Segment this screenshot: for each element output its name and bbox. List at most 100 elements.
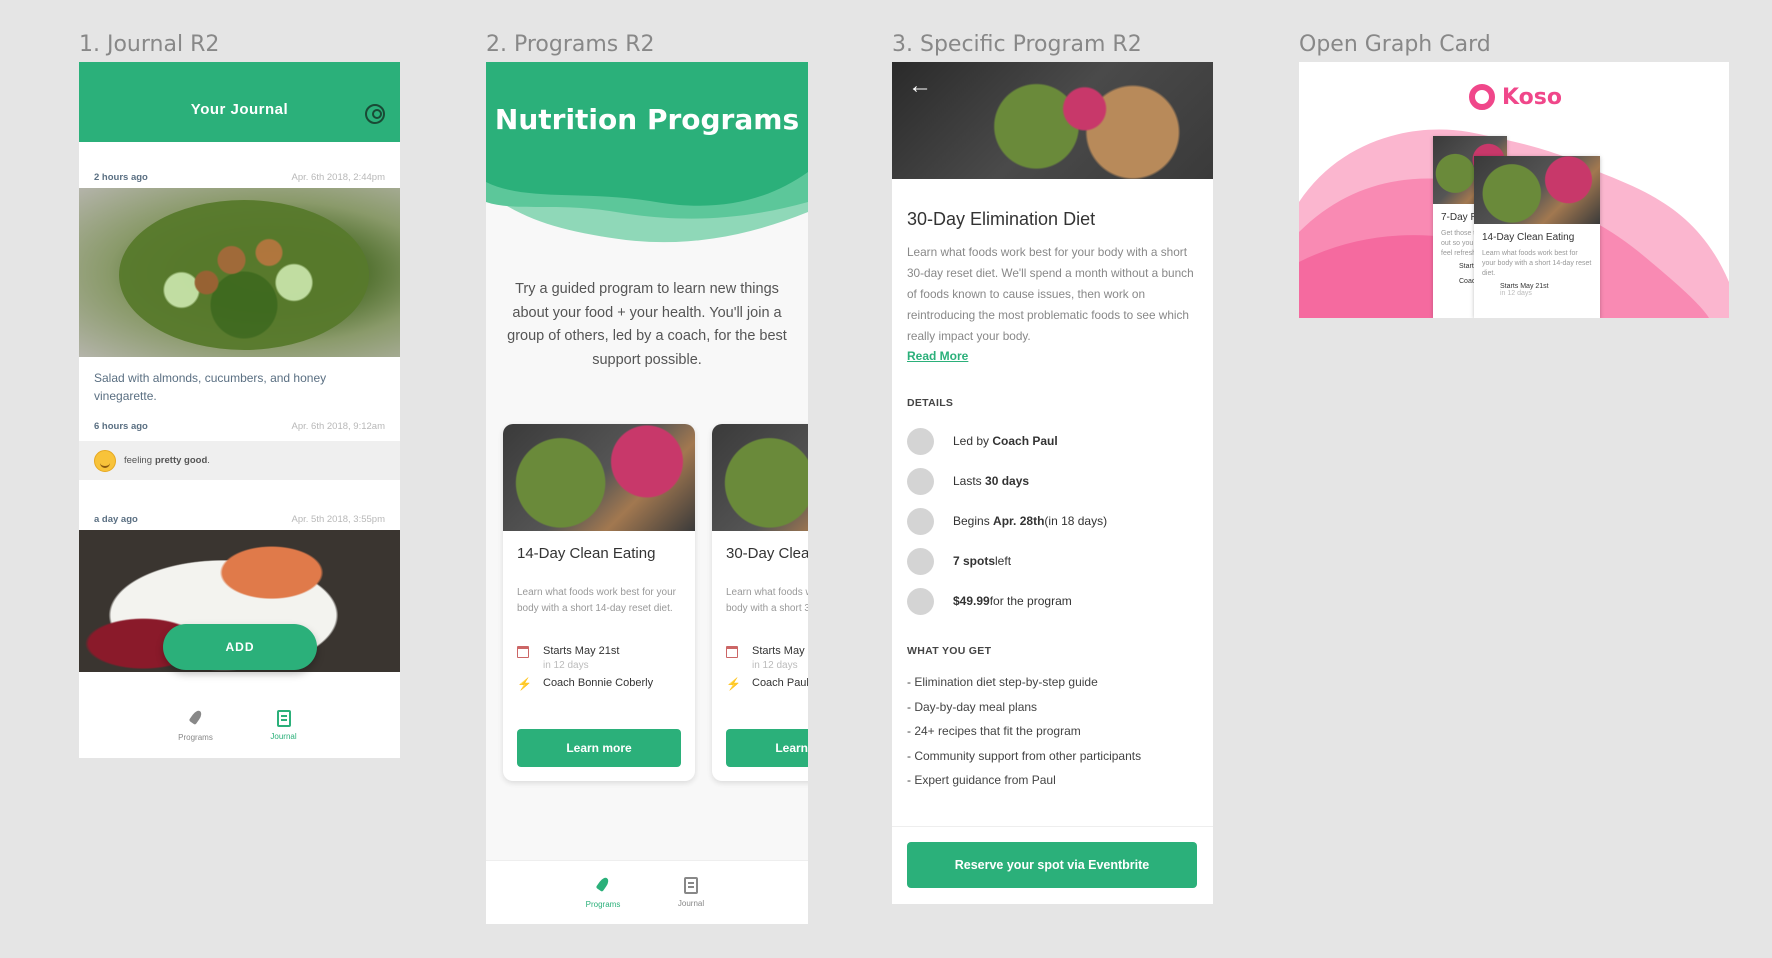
detail-pre: Led by [953, 434, 990, 448]
journal-header: Your Journal [79, 62, 400, 142]
detail-row: 7 spots left [892, 541, 1213, 581]
details-heading: DETAILS [907, 397, 954, 409]
benefit-item: - 24+ recipes that fit the program [907, 724, 1081, 738]
mood-value: pretty good [155, 455, 208, 466]
calendar-icon [517, 646, 529, 658]
entry-time-ago: a day ago [94, 514, 138, 525]
nav-programs[interactable]: Programs [583, 877, 623, 924]
program-title: 14-Day Clean Eating [517, 545, 656, 562]
program-desc: Learn what foods work best for your body… [517, 587, 676, 614]
entry-meta: 6 hours ago Apr. 6th 2018, 9:12am [79, 421, 400, 433]
reserve-button[interactable]: Reserve your spot via Eventbrite [907, 842, 1197, 888]
detail-bold: $49.99 [953, 594, 990, 608]
back-arrow-icon[interactable]: ← [908, 74, 932, 98]
program-image [712, 424, 808, 531]
entry-photo-salad[interactable] [79, 188, 400, 357]
detail-avatar [907, 467, 934, 495]
entry-date: Apr. 6th 2018, 2:44pm [291, 172, 385, 183]
rocket-icon [595, 877, 611, 895]
koso-logo: Koso [1469, 84, 1562, 110]
detail-avatar [907, 507, 934, 535]
program-title: 30-Day Clean Eating [726, 545, 808, 562]
brand-name: Koso [1502, 84, 1562, 110]
entry-time-ago: 6 hours ago [94, 421, 148, 432]
bottom-nav: Programs Journal [79, 696, 400, 758]
mood-entry[interactable]: feeling pretty good. [79, 441, 400, 480]
entry-meta: a day ago Apr. 5th 2018, 3:55pm [79, 514, 400, 526]
program-coach-row: ⚡ Coach Paul [712, 677, 808, 690]
nav-label: Journal [677, 899, 705, 908]
nav-label: Programs [585, 900, 621, 909]
journal-icon [684, 877, 698, 894]
detail-bold: Apr. 28th [993, 514, 1045, 528]
program-card[interactable]: 14-Day Clean Eating Learn what foods wor… [503, 424, 695, 781]
program-desc: Learn what foods work best for your body… [726, 587, 808, 614]
program-detail-screen: ← 30-Day Elimination Diet Learn what foo… [892, 62, 1213, 904]
program-hero-image: ← [892, 62, 1213, 179]
og-card-desc: Learn what foods work best for your body… [1482, 250, 1592, 277]
og-card-starts-row: Starts May 21st in 12 days [1474, 283, 1600, 297]
og-card-title: 14-Day Clean Eating [1482, 232, 1575, 243]
journal-icon [276, 710, 291, 727]
nav-journal[interactable]: Journal [671, 877, 711, 924]
entry-caption: Salad with almonds, cucumbers, and honey… [94, 371, 327, 403]
og-card-starts-sub: in 12 days [1500, 290, 1532, 297]
program-start: Starts May 21st [752, 645, 808, 657]
benefit-item: - Day-by-day meal plans [907, 699, 1038, 714]
learn-more-button[interactable]: Learn more [726, 729, 808, 767]
read-more-link[interactable]: Read More [892, 349, 1213, 363]
add-button[interactable]: ADD [163, 624, 317, 670]
bottom-nav: Programs Journal [486, 860, 808, 924]
program-coach: Coach Bonnie Coberly [543, 677, 654, 689]
smile-emoji-icon [94, 449, 116, 472]
detail-post: left [995, 554, 1012, 568]
program-coach: Coach Paul [752, 677, 808, 689]
open-graph-card: Koso 7-Day Reset Get those toxins out so… [1299, 62, 1729, 318]
header-wave [486, 62, 808, 243]
entry-date: Apr. 5th 2018, 3:55pm [291, 514, 385, 525]
entry-time-ago: 2 hours ago [94, 172, 148, 183]
program-desc: Learn what foods work best for your body… [907, 245, 1194, 343]
profile-icon[interactable] [365, 104, 385, 124]
journal-screen: Your Journal 2 hours ago Apr. 6th 2018, … [79, 62, 400, 758]
og-card-starts: Starts May 21st [1500, 283, 1549, 290]
detail-pre: Lasts [953, 474, 982, 488]
benefit-item: - Community support from other participa… [907, 748, 1142, 763]
og-card-image [1474, 156, 1600, 224]
program-start-sub: in 12 days [543, 660, 589, 671]
og-front-card: 14-Day Clean Eating Learn what foods wor… [1474, 156, 1600, 318]
learn-more-button[interactable]: Learn more [517, 729, 681, 767]
page-title: Your Journal [190, 100, 289, 118]
lightning-icon: ⚡ [726, 677, 741, 691]
benefit-item: - Elimination diet step-by-step guide [907, 675, 1098, 689]
detail-avatar [907, 547, 934, 575]
programs-screen: Nutrition Programs Try a guided program … [486, 62, 808, 924]
program-image [503, 424, 695, 531]
nav-journal[interactable]: Journal [264, 710, 304, 758]
detail-avatar [907, 587, 934, 615]
what-you-get-heading: WHAT YOU GET [907, 645, 992, 657]
page-title: Nutrition Programs [494, 103, 800, 136]
program-coach-row: ⚡ Coach Bonnie Coberly [503, 677, 695, 690]
rocket-icon [188, 710, 204, 728]
benefits-list: - Elimination diet step-by-step guide - … [892, 675, 1213, 798]
detail-row: Begins Apr. 28th (in 18 days) [892, 501, 1213, 541]
nav-programs[interactable]: Programs [176, 710, 216, 758]
artboard-label-og: Open Graph Card [1299, 32, 1491, 57]
programs-intro: Try a guided program to learn new things… [507, 281, 787, 368]
program-title: 30-Day Elimination Diet [907, 209, 1096, 229]
benefit-item: - Expert guidance from Paul [907, 773, 1056, 787]
program-start-row: Starts May 21st in 12 days [712, 645, 808, 671]
detail-row: $49.99 for the program [892, 581, 1213, 621]
cta-footer: Reserve your spot via Eventbrite [892, 826, 1213, 904]
mood-prefix: feeling [124, 455, 152, 466]
mood-suffix: . [207, 455, 210, 466]
koso-logo-icon [1469, 84, 1495, 110]
artboard-label-programs: 2. Programs R2 [486, 32, 655, 57]
calendar-icon [726, 646, 738, 658]
detail-post: for the program [989, 594, 1072, 608]
detail-row: Lasts 30 days [892, 461, 1213, 501]
program-card[interactable]: 30-Day Clean Eating Learn what foods wor… [712, 424, 808, 781]
program-start-row: Starts May 21st in 12 days [503, 645, 695, 671]
detail-pre: Begins [953, 514, 990, 528]
